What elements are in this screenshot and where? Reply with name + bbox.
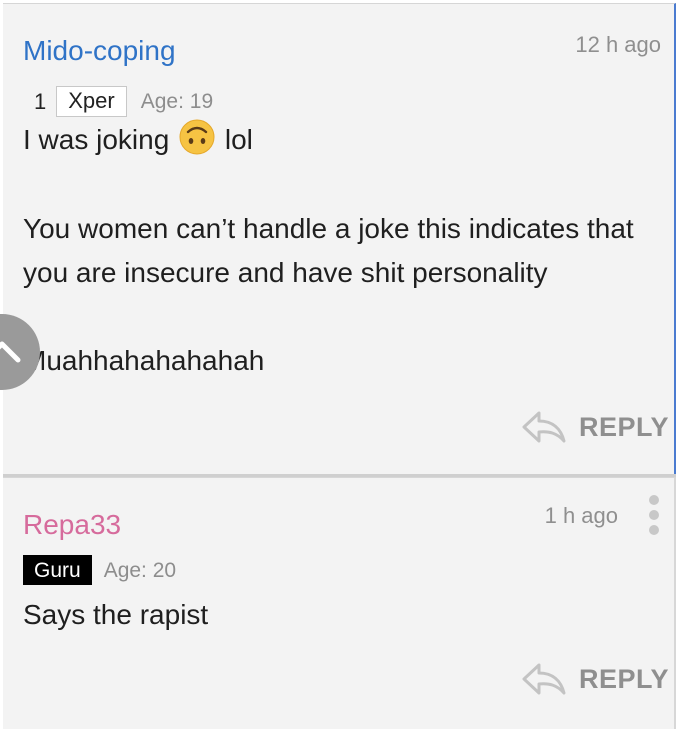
user-age: Age: 20 <box>103 558 177 582</box>
reply-button[interactable]: REPLY <box>521 409 669 445</box>
reply-button[interactable]: REPLY <box>521 661 669 697</box>
reply-arrow-icon <box>522 411 566 443</box>
upside-down-face-emoji-icon <box>179 119 215 155</box>
scroll-up-button[interactable] <box>0 314 40 390</box>
comment-username[interactable]: Repa33 <box>23 511 121 539</box>
comment-paragraph: Muahhahahahahah <box>23 345 265 376</box>
user-rank-number: 1 <box>34 88 47 114</box>
comment-card: Repa33 1 h ago Guru Age: 20 Says the rap… <box>3 477 676 729</box>
user-meta-row: 1 Xper Age: 19 <box>34 86 213 117</box>
comment-text-line: lol <box>217 124 253 155</box>
kebab-menu-icon[interactable] <box>647 495 661 535</box>
comment-username[interactable]: Mido-coping <box>23 37 176 65</box>
user-level-badge: Guru <box>23 555 92 585</box>
reply-label: REPLY <box>579 663 670 694</box>
user-meta-row: Guru Age: 20 <box>23 555 176 585</box>
comment-text-line: I was joking <box>23 124 178 155</box>
user-age: Age: 19 <box>140 90 214 113</box>
comment-paragraph: You women can’t handle a joke this indic… <box>23 213 642 288</box>
user-level-badge: Xper <box>56 86 127 117</box>
reply-label: REPLY <box>579 411 670 442</box>
comment-card: Mido-coping 12 h ago 1 Xper Age: 19 I wa… <box>3 3 676 474</box>
reply-arrow-icon <box>522 663 566 695</box>
comments-page: Mido-coping 12 h ago 1 Xper Age: 19 I wa… <box>0 0 679 737</box>
chevron-up-icon <box>0 341 21 363</box>
comment-body: I was joking lol <box>23 118 663 162</box>
comment-timestamp: 12 h ago <box>575 32 661 57</box>
comment-timestamp: 1 h ago <box>544 503 618 528</box>
comment-body: Says the rapist <box>23 599 209 630</box>
